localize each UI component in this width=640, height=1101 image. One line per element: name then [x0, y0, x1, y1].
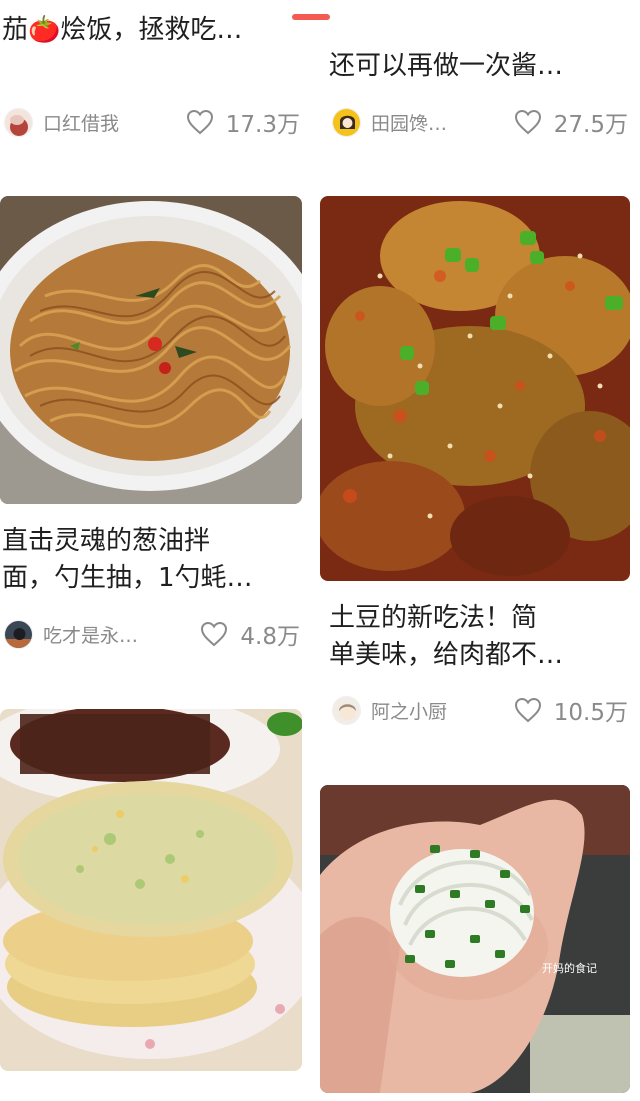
author-name[interactable]: 阿之小厨 [371, 697, 447, 724]
feed-card-2[interactable]: 还可以再做一次酱… 田园馋… 27.5万 [320, 0, 630, 150]
heart-icon [514, 109, 541, 135]
like-button[interactable]: 10.5万 [514, 692, 628, 728]
feed-card-1[interactable]: 茄🍅烩饭，拯救吃… 口红借我 17.3万 [0, 0, 302, 150]
card-title: 土豆的新吃法！简 [329, 603, 538, 633]
author-avatar[interactable] [332, 107, 361, 137]
like-button[interactable]: 17.3万 [186, 104, 300, 140]
like-count: 10.5万 [553, 700, 628, 726]
author-name[interactable]: 吃才是永… [43, 621, 138, 648]
image-watermark: 开妈的食记 [542, 962, 597, 975]
author-name[interactable]: 口红借我 [43, 109, 119, 136]
author-avatar[interactable] [4, 619, 33, 649]
card-title: 面，勺生抽，1勺蚝… [2, 563, 253, 593]
like-count: 4.8万 [240, 624, 300, 650]
like-button[interactable]: 4.8万 [200, 616, 300, 652]
author-avatar[interactable] [4, 107, 33, 137]
feed-card-3[interactable]: 直击灵魂的葱油拌 面，勺生抽，1勺蚝… 吃才是永… 4.8万 [0, 196, 302, 666]
like-button[interactable]: 27.5万 [514, 104, 628, 140]
heart-icon [201, 621, 228, 647]
card-title: 直击灵魂的葱油拌 [2, 526, 211, 556]
heart-icon [186, 109, 213, 135]
card-meta: 口红借我 17.3万 [4, 104, 300, 140]
scallion-bun-in-hand-photo[interactable] [320, 785, 630, 1093]
card-meta: 田园馋… 27.5万 [332, 104, 628, 140]
like-count: 17.3万 [225, 112, 300, 138]
heart-icon [514, 697, 541, 723]
feed-card-6[interactable]: 开妈的食记 [320, 785, 630, 1101]
card-meta: 阿之小厨 10.5万 [332, 692, 628, 728]
card-meta: 吃才是永… 4.8万 [4, 616, 300, 652]
card-title: 单美味，给肉都不… [329, 640, 564, 670]
scallion-oil-noodles-photo[interactable] [0, 196, 302, 504]
feed-card-4[interactable]: 土豆的新吃法！简 单美味，给肉都不… 阿之小厨 10.5万 [320, 196, 630, 736]
author-avatar[interactable] [332, 695, 361, 725]
spicy-potato-slices-photo[interactable] [320, 196, 630, 581]
author-name[interactable]: 田园馋… [371, 109, 447, 136]
card-title: 茄🍅烩饭，拯救吃… [2, 15, 243, 45]
scallion-pancakes-photo[interactable] [0, 709, 302, 1071]
like-count: 27.5万 [553, 112, 628, 138]
feed-card-5[interactable] [0, 709, 302, 1101]
card-title: 还可以再做一次酱… [329, 51, 564, 81]
